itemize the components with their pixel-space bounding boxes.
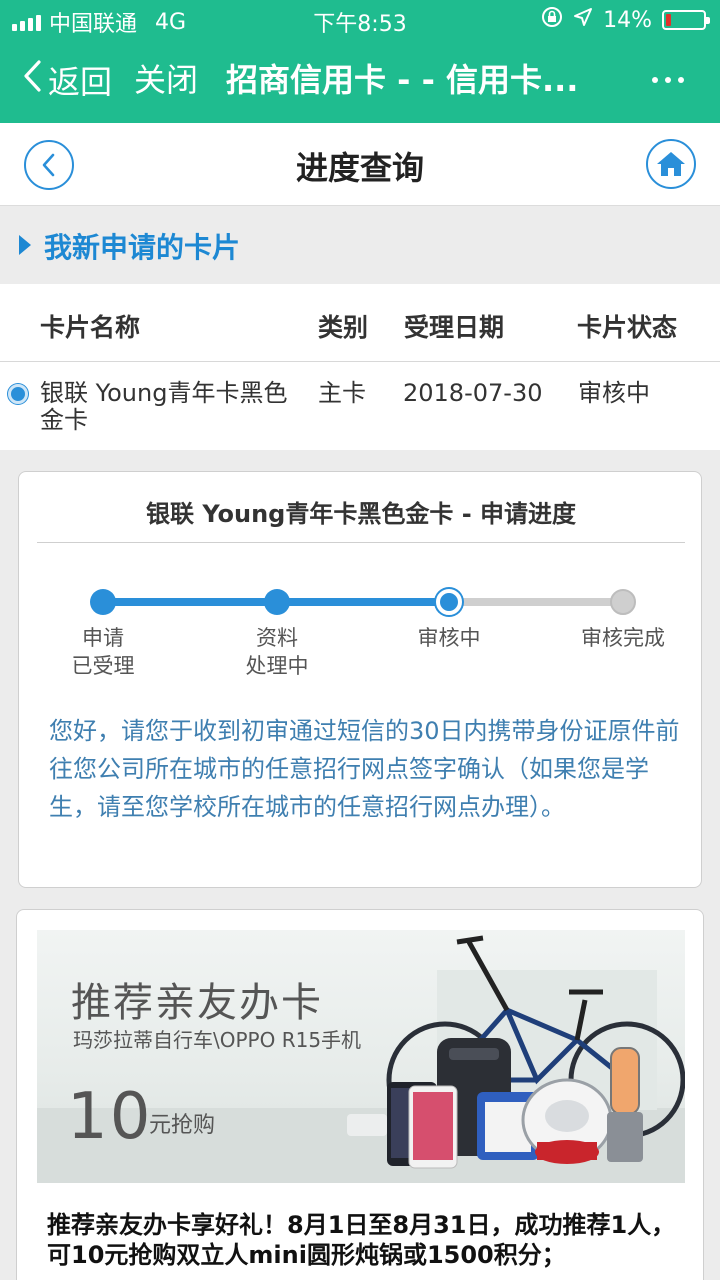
chevron-left-icon <box>22 59 42 101</box>
promo-banner-price-suffix: 元抢购 <box>149 1113 216 1138</box>
promo-description: 推荐亲友办卡享好礼！8月1日至8月31日，成功推荐1人，可10元抢购双立人min… <box>47 1211 676 1269</box>
step-label-processing: 资料 处理中 <box>217 624 337 680</box>
step-label-submitted: 申请 已受理 <box>43 624 163 680</box>
step-dot-complete <box>610 589 636 615</box>
card-status-cell: 审核中 <box>578 379 650 407</box>
section-header[interactable]: 我新申请的卡片 <box>0 206 720 284</box>
promo-card[interactable]: 推荐亲友办卡 玛莎拉蒂自行车\OPPO R15手机 10 元抢购 推荐亲友办卡享… <box>16 909 704 1280</box>
page-header: 进度查询 <box>0 123 720 206</box>
nav-title: 招商信用卡 - - 信用卡... <box>226 61 579 99</box>
col-header-date: 受理日期 <box>404 313 505 342</box>
col-header-status: 卡片状态 <box>577 313 678 342</box>
more-icon[interactable] <box>652 58 684 102</box>
progress-title: 银联 Young青年卡黑色金卡 - 申请进度 <box>145 500 577 528</box>
page-title: 进度查询 <box>295 149 424 187</box>
location-icon <box>573 7 593 33</box>
nav-back-button[interactable]: 返回 <box>22 58 112 102</box>
progress-card: 银联 Young青年卡黑色金卡 - 申请进度 申请 已受理 资料 处理中 审核中… <box>18 471 702 888</box>
battery-fill <box>666 14 671 26</box>
nav-bar: 返回 关闭 招商信用卡 - - 信用卡... <box>0 40 720 123</box>
section-title: 我新申请的卡片 <box>44 231 241 264</box>
progress-track-pending <box>449 598 623 606</box>
card-type-cell: 主卡 <box>318 379 366 407</box>
progress-notice: 您好，请您于收到初审通过短信的30日内携带身份证原件前往您公司所在城市的任意招行… <box>49 717 680 821</box>
step-dot-reviewing <box>436 589 462 615</box>
caret-right-icon <box>19 235 31 255</box>
table-header: 卡片名称 类别 受理日期 卡片状态 <box>0 284 720 362</box>
status-right: 14% <box>541 6 710 34</box>
step-label-line: 申请 <box>82 626 124 650</box>
divider <box>37 542 685 543</box>
promo-banner-price: 10 <box>67 1080 153 1154</box>
home-icon[interactable] <box>646 139 696 189</box>
card-name-cell: 银联 Young青年卡黑色金卡 <box>40 379 288 434</box>
card-date-cell: 2018-07-30 <box>403 379 543 407</box>
step-label-line: 已受理 <box>71 654 135 678</box>
promo-banner[interactable]: 推荐亲友办卡 玛莎拉蒂自行车\OPPO R15手机 10 元抢购 <box>37 930 685 1183</box>
promo-banner-subtitle: 玛莎拉蒂自行车\OPPO R15手机 <box>73 1028 362 1052</box>
nav-close-button[interactable]: 关闭 <box>134 58 198 102</box>
step-dot-submitted <box>90 589 116 615</box>
battery-icon <box>662 10 710 30</box>
step-label-complete: 审核完成 <box>563 624 683 652</box>
battery-percent: 14% <box>603 7 652 33</box>
step-label-line: 处理中 <box>245 654 309 678</box>
table-row[interactable]: 银联 Young青年卡黑色金卡 主卡 2018-07-30 审核中 <box>0 362 720 450</box>
col-header-name: 卡片名称 <box>40 313 141 342</box>
col-header-type: 类别 <box>318 313 369 342</box>
step-label-line: 审核中 <box>417 626 481 650</box>
radio-selected-icon[interactable] <box>8 384 28 404</box>
nav-back-label: 返回 <box>48 63 113 101</box>
step-label-reviewing: 审核中 <box>389 624 509 652</box>
promo-banner-title: 推荐亲友办卡 <box>71 980 323 1026</box>
step-label-line: 资料 <box>256 626 298 650</box>
status-bar: 中国联通 4G 下午8:53 14% <box>0 0 720 40</box>
lock-rotation-icon <box>541 6 563 34</box>
step-label-line: 审核完成 <box>581 626 665 650</box>
step-dot-processing <box>264 589 290 615</box>
